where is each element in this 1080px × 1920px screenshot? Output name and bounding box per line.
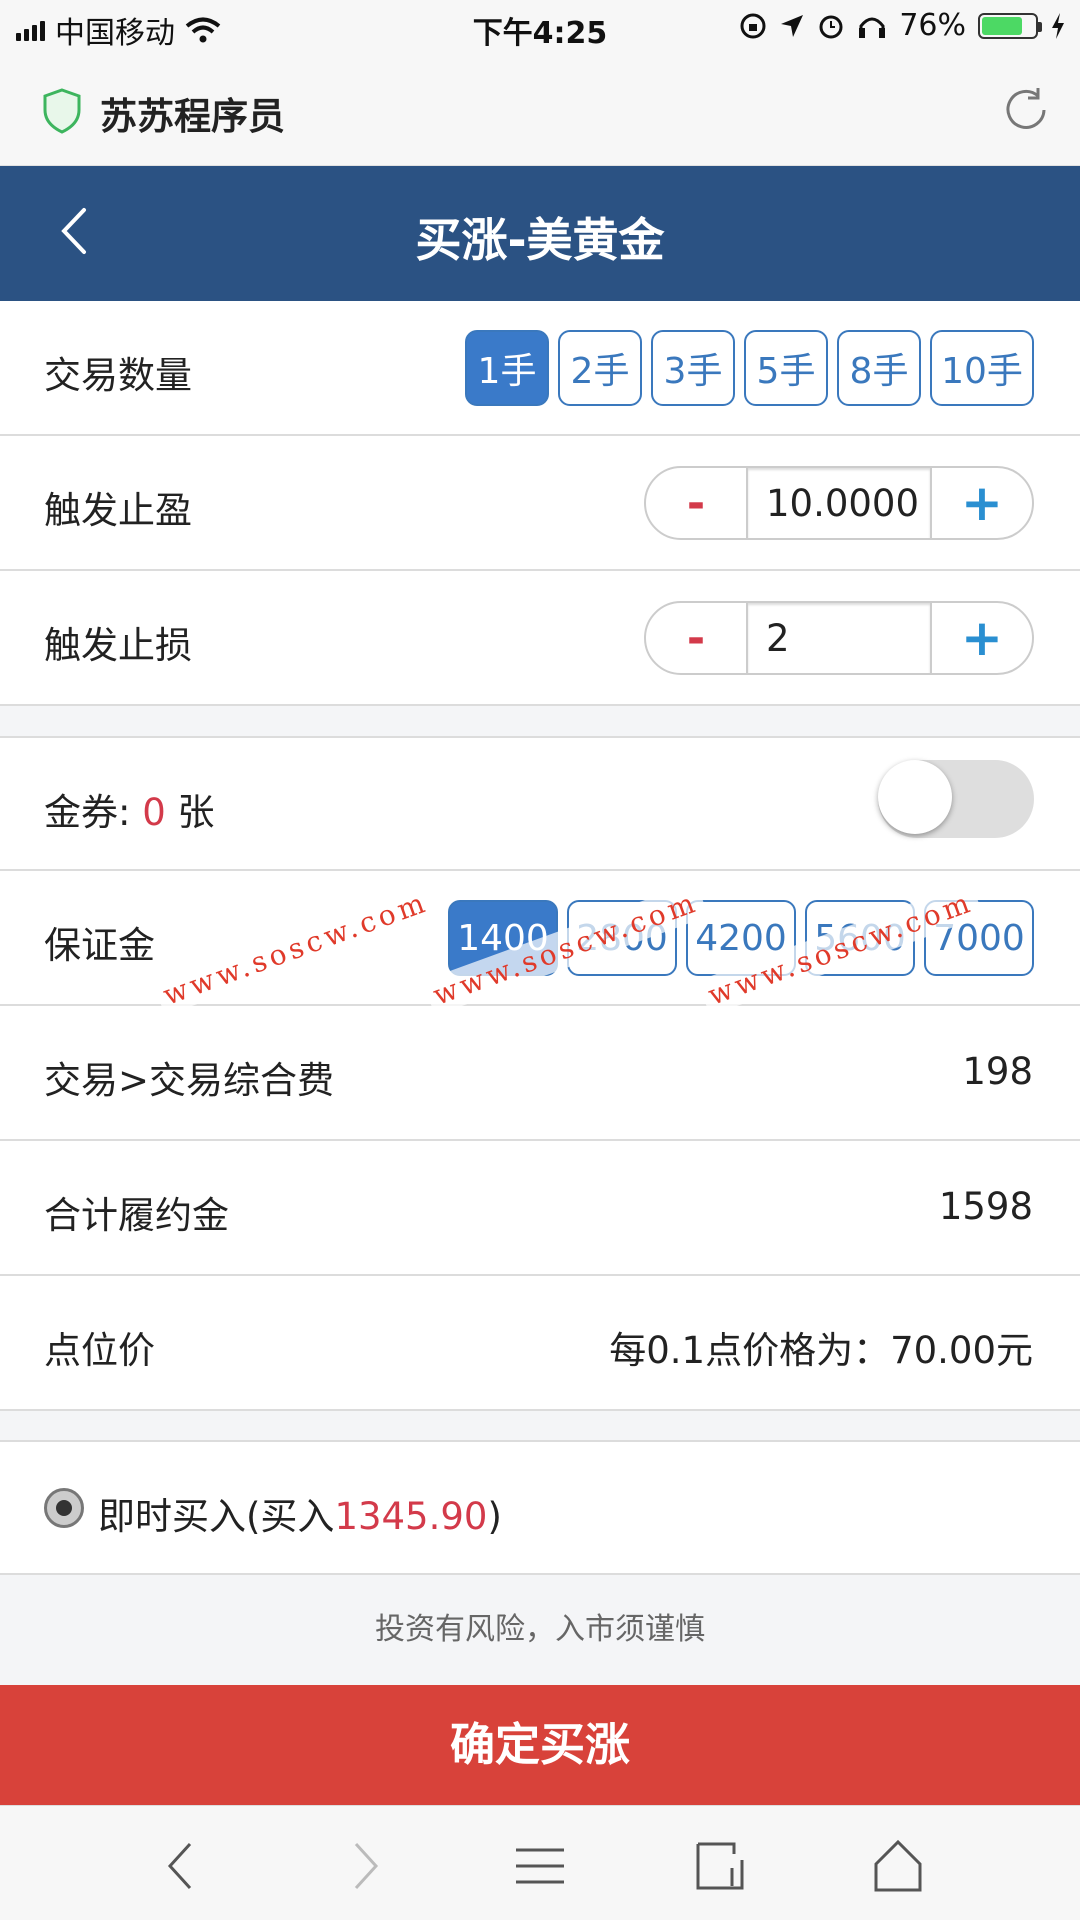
toggle-knob [878,760,952,834]
stop-loss-plus-button[interactable]: + [932,603,1032,673]
battery-percent: 76% [899,8,966,43]
browser-back-icon[interactable] [152,1836,212,1896]
fee-row: 交易>交易综合费 198 [0,1006,1080,1141]
location-icon [781,14,804,37]
margin-label: 保证金 [44,924,155,967]
fee-label: 交易>交易综合费 [44,1059,335,1102]
point-price-label: 点位价 [44,1329,155,1372]
quantity-options: 1手 2手 3手 5手 8手 10手 [465,330,1034,406]
total-row: 合计履约金 1598 [0,1141,1080,1276]
point-price-row: 点位价 每0.1点价格为：70.00元 [0,1276,1080,1411]
stop-loss-stepper: - 2 + [644,601,1034,675]
quantity-row: 交易数量 1手 2手 3手 5手 8手 10手 [0,301,1080,436]
status-right: 76% [739,8,1066,43]
coupon-suffix: 张 [165,791,215,834]
total-label: 合计履约金 [44,1194,229,1237]
battery-icon [978,12,1042,39]
confirm-buy-button[interactable]: 确定买涨 [0,1685,1080,1805]
browser-bar: 苏苏程序员 [0,54,1080,166]
stop-loss-minus-button[interactable]: - [646,603,748,673]
quantity-option-3[interactable]: 3手 [651,330,735,406]
browser-nav-bar [0,1805,1080,1920]
risk-notice: 投资有风险，入市须谨慎 [375,1612,705,1647]
tabs-icon[interactable] [690,1836,750,1896]
home-icon[interactable] [868,1836,928,1896]
quantity-option-1[interactable]: 1手 [465,330,549,406]
buy-mode-radio[interactable] [44,1488,84,1528]
coupon-label: 金券: 0 张 [44,782,215,836]
app-header: 买涨-美黄金 [0,166,1080,301]
take-profit-stepper: - 10.0000 + [644,466,1034,540]
take-profit-minus-button[interactable]: - [646,468,748,538]
total-value: 1598 [938,1185,1033,1228]
shield-icon [43,88,81,134]
quantity-label: 交易数量 [44,354,192,397]
charging-icon [1052,12,1064,39]
quantity-option-2[interactable]: 2手 [558,330,642,406]
menu-icon[interactable] [510,1836,570,1896]
rotation-lock-icon [740,13,766,38]
browser-forward-icon[interactable] [334,1836,394,1896]
quantity-option-8[interactable]: 8手 [837,330,921,406]
buy-mode-prefix: 即时买入(买入 [98,1495,335,1538]
buy-mode-label: 即时买入(买入1345.90) [98,1486,502,1540]
quantity-option-5[interactable]: 5手 [744,330,828,406]
refresh-icon[interactable] [1000,84,1052,136]
stop-loss-input[interactable]: 2 [748,603,932,673]
take-profit-input[interactable]: 10.0000 [748,468,932,538]
coupon-row: 金券: 0 张 [0,736,1080,871]
point-price-value: 每0.1点价格为：70.00元 [609,1329,1033,1372]
take-profit-row: 触发止盈 - 10.0000 + [0,436,1080,571]
take-profit-label: 触发止盈 [44,489,192,532]
buy-mode-row[interactable]: 即时买入(买入1345.90) [0,1440,1080,1575]
stop-loss-label: 触发止损 [44,624,192,667]
fee-value: 198 [962,1050,1033,1093]
alarm-icon [819,15,843,38]
page-title: 买涨-美黄金 [415,213,665,267]
status-bar: 中国移动 下午4:25 76% [0,0,1080,54]
coupon-count: 0 [142,791,166,834]
headphones-icon [859,17,886,38]
quantity-option-10[interactable]: 10手 [930,330,1034,406]
buy-mode-suffix: ) [487,1495,502,1538]
site-title: 苏苏程序员 [100,95,285,138]
buy-price: 1345.90 [334,1495,488,1538]
coupon-toggle[interactable] [878,760,1034,838]
stop-loss-row: 触发止损 - 2 + [0,571,1080,706]
take-profit-plus-button[interactable]: + [932,468,1032,538]
coupon-prefix: 金券: [44,791,143,834]
